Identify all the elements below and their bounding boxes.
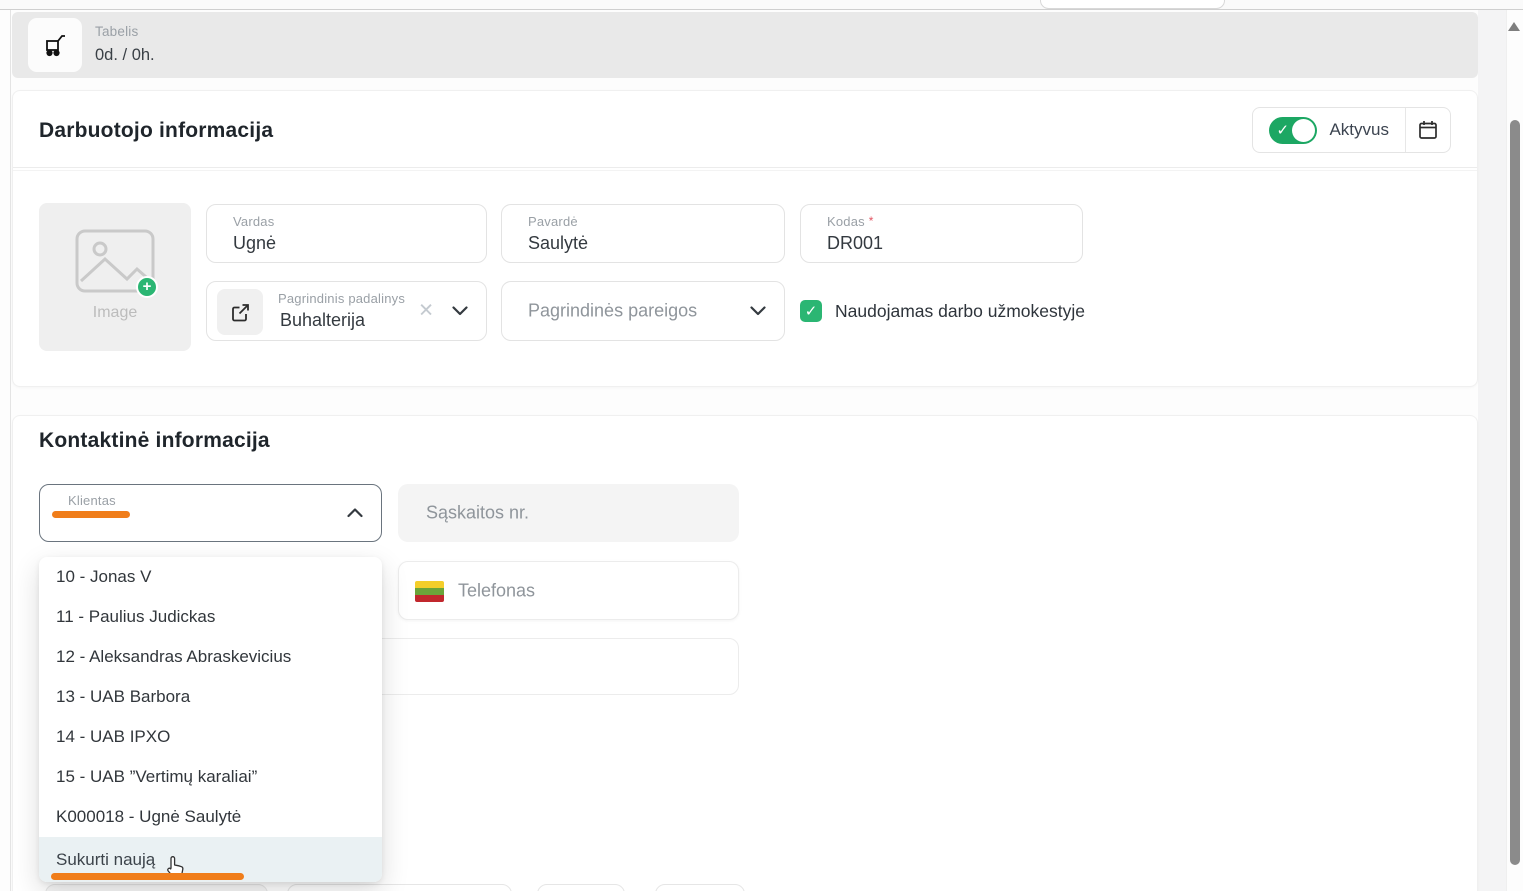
- contact-info-card: Kontaktinė informacija Klientas Sąskaito…: [12, 415, 1478, 891]
- employee-card-title: Darbuotojo informacija: [39, 119, 273, 143]
- timesheet-label: Tabelis: [95, 24, 138, 39]
- add-image-button[interactable]: +: [136, 276, 158, 298]
- cart-icon: [42, 32, 68, 58]
- scrollbar-up-arrow-icon[interactable]: [1508, 22, 1520, 31]
- account-number-field[interactable]: Sąskaitos nr.: [398, 484, 739, 542]
- chevron-up-icon[interactable]: [347, 508, 363, 518]
- client-dropdown-list: 10 - Jonas V11 - Paulius Judickas12 - Al…: [39, 557, 382, 882]
- client-option[interactable]: K000018 - Ugnė Saulytė: [39, 797, 382, 837]
- create-new-label: Sukurti naują: [56, 850, 155, 870]
- calendar-icon: [1417, 119, 1439, 141]
- client-option[interactable]: 10 - Jonas V: [39, 557, 382, 597]
- partial-field[interactable]: [537, 884, 625, 891]
- left-edge-divider: [10, 10, 11, 891]
- calendar-button[interactable]: [1406, 108, 1450, 152]
- toggle-check-icon: ✓: [1276, 121, 1289, 139]
- payroll-checkbox[interactable]: ✓: [800, 300, 822, 322]
- required-asterisk: *: [869, 214, 874, 228]
- first-name-value[interactable]: Ugnė: [233, 233, 276, 254]
- position-select[interactable]: Pagrindinės pareigos: [501, 281, 785, 341]
- image-uploader-caption: Image: [39, 304, 191, 322]
- client-option[interactable]: 14 - UAB IPXO: [39, 717, 382, 757]
- toggle-knob: [1292, 119, 1315, 142]
- code-field[interactable]: Kodas * DR001: [800, 204, 1083, 263]
- client-option[interactable]: 12 - Aleksandras Abraskevicius: [39, 637, 382, 677]
- page: Tabelis 0d. / 0h. Darbuotojo informacija…: [0, 0, 1523, 891]
- code-label: Kodas *: [827, 214, 874, 229]
- client-option[interactable]: 11 - Paulius Judickas: [39, 597, 382, 637]
- client-options: 10 - Jonas V11 - Paulius Judickas12 - Al…: [39, 557, 382, 837]
- clear-x-icon[interactable]: ✕: [418, 300, 434, 323]
- header-divider: [13, 167, 1477, 171]
- client-option[interactable]: 13 - UAB Barbora: [39, 677, 382, 717]
- account-number-placeholder: Sąskaitos nr.: [426, 503, 529, 524]
- top-edge-notch: [1040, 0, 1225, 9]
- status-group: ✓ Aktyvus: [1252, 107, 1451, 153]
- top-edge-divider: [0, 0, 1523, 10]
- partial-field[interactable]: [655, 884, 745, 891]
- client-combobox[interactable]: Klientas: [39, 484, 382, 542]
- first-name-label: Vardas: [233, 214, 274, 229]
- department-open-button[interactable]: [217, 289, 263, 335]
- payroll-checkbox-label: Naudojamas darbo užmokestyje: [835, 301, 1085, 322]
- department-combobox[interactable]: Pagrindinis padalinys Buhalterija ✕: [206, 281, 487, 341]
- last-name-field[interactable]: Pavardė Saulytė: [501, 204, 785, 263]
- external-link-icon: [230, 302, 251, 323]
- chevron-down-icon[interactable]: [452, 306, 468, 316]
- scrollbar-thumb[interactable]: [1510, 120, 1520, 865]
- client-loading-bar: [52, 511, 130, 518]
- active-toggle-label: Aktyvus: [1329, 120, 1389, 140]
- code-value[interactable]: DR001: [827, 233, 883, 254]
- active-toggle[interactable]: ✓: [1269, 117, 1317, 144]
- employee-info-card: Darbuotojo informacija ✓ Aktyvus: [12, 90, 1478, 387]
- employee-image-uploader[interactable]: + Image: [39, 203, 191, 351]
- lithuania-flag-icon[interactable]: [415, 581, 444, 602]
- last-name-label: Pavardė: [528, 214, 578, 229]
- timesheet-bar[interactable]: Tabelis 0d. / 0h.: [12, 12, 1478, 78]
- chevron-down-icon[interactable]: [750, 306, 766, 316]
- create-new-client-option[interactable]: Sukurti naują: [39, 837, 382, 882]
- payroll-checkbox-row[interactable]: ✓ Naudojamas darbo užmokestyje: [800, 281, 1085, 341]
- phone-placeholder: Telefonas: [458, 580, 535, 601]
- contact-card-title: Kontaktinė informacija: [39, 429, 270, 453]
- department-value: Buhalterija: [280, 310, 365, 331]
- right-gutter: [1478, 10, 1506, 891]
- client-label: Klientas: [68, 493, 116, 508]
- timesheet-tile[interactable]: [28, 18, 82, 72]
- last-name-value[interactable]: Saulytė: [528, 233, 588, 254]
- position-placeholder: Pagrindinės pareigos: [528, 301, 697, 322]
- active-toggle-wrap[interactable]: ✓ Aktyvus: [1253, 108, 1405, 152]
- client-option[interactable]: 15 - UAB ”Vertimų karaliai”: [39, 757, 382, 797]
- phone-field[interactable]: Telefonas: [398, 561, 739, 620]
- create-new-loading-bar: [51, 873, 244, 880]
- scrollbar-track[interactable]: [1506, 10, 1523, 891]
- department-label: Pagrindinis padalinys: [278, 291, 405, 306]
- partial-field[interactable]: [45, 884, 268, 891]
- timesheet-value: 0d. / 0h.: [95, 46, 155, 65]
- partial-field[interactable]: [287, 884, 512, 891]
- first-name-field[interactable]: Vardas Ugnė: [206, 204, 487, 263]
